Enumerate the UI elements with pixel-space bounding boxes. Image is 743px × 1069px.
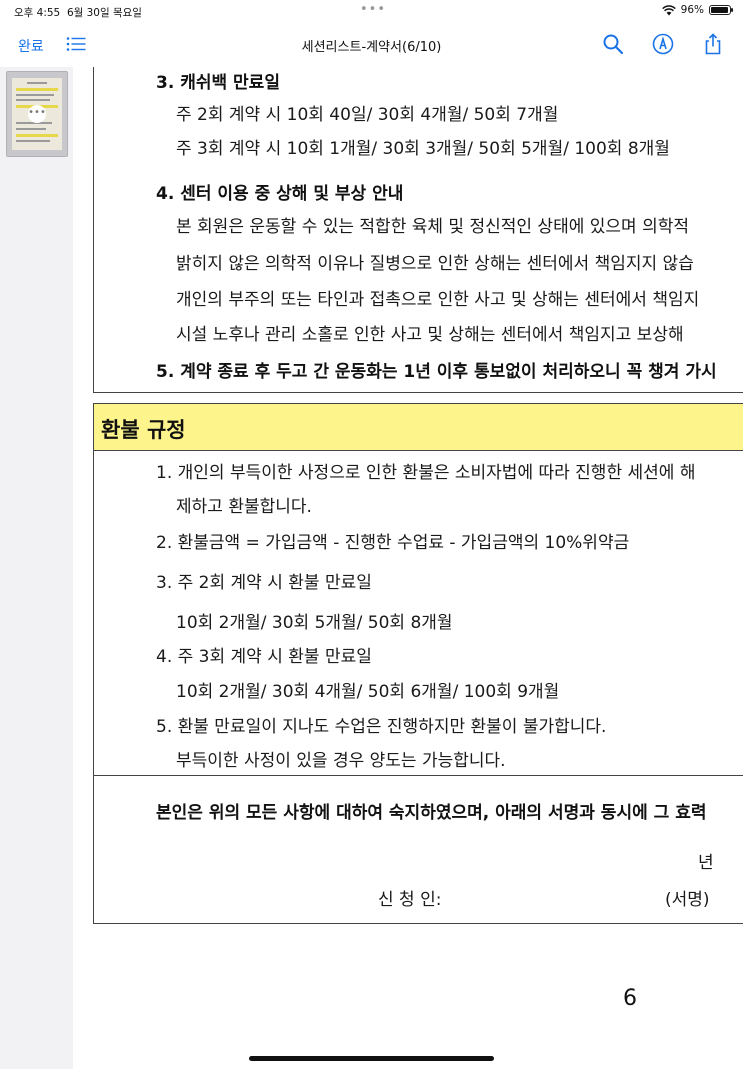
- agreement-statement: 본인은 위의 모든 사항에 대하여 숙지하였으며, 아래의 서명과 동시에 그 …: [156, 803, 707, 823]
- injury-heading: 4. 센터 이용 중 상해 및 부상 안내: [156, 184, 404, 204]
- applicant-label: 신 청 인:: [378, 890, 442, 910]
- cashback-heading: 3. 캐쉬백 만료일: [156, 73, 280, 93]
- refund-item-3: 3. 주 2회 계약 시 환불 만료일: [156, 573, 372, 593]
- thumbnail-more-icon[interactable]: •••: [28, 105, 46, 123]
- injury-line-2: 밝히지 않은 의학적 이유나 질병으로 인한 상해는 센터에서 책임지지 않습: [176, 254, 694, 274]
- signature-label: (서명): [665, 890, 710, 910]
- cashback-line-2: 주 3회 계약 시 10회 1개월/ 30회 3개월/ 50회 5개월/ 100…: [176, 139, 670, 159]
- battery-level: [711, 7, 728, 13]
- screen: 오후 4:55 6월 30일 목요일 ••• 96% 완료 세션리스트-계약서(…: [0, 0, 743, 1069]
- multitasking-dots-icon[interactable]: •••: [360, 2, 386, 17]
- home-indicator[interactable]: [249, 1056, 494, 1061]
- document-page: 3. 캐쉬백 만료일 주 2회 계약 시 10회 40일/ 30회 4개월/ 5…: [73, 67, 743, 1069]
- page-thumbnail[interactable]: •••: [6, 71, 68, 157]
- toolbar: 완료 세션리스트-계약서(6/10): [0, 22, 743, 67]
- document-title: 세션리스트-계약서(6/10): [301, 40, 442, 55]
- search-icon[interactable]: [602, 33, 624, 55]
- refund-header: 환불 규정: [94, 404, 743, 451]
- refund-item-5-detail: 부득이한 사정이 있을 경우 양도는 가능합니다.: [176, 751, 506, 771]
- refund-item-5: 5. 환불 만료일이 지나도 수업은 진행하지만 환불이 불가합니다.: [156, 717, 607, 737]
- injury-line-1: 본 회원은 운동할 수 있는 적합한 육체 및 정신적인 상태에 있으며 의학적: [176, 217, 690, 237]
- status-time-date: 오후 4:55 6월 30일 목요일: [14, 5, 142, 20]
- markup-icon[interactable]: [652, 33, 674, 55]
- thumbnail-sidebar: •••: [0, 67, 74, 1069]
- status-time: 오후 4:55: [14, 7, 61, 19]
- battery-icon: [709, 5, 733, 15]
- refund-title: 환불 규정: [101, 418, 186, 442]
- year-label: 년: [698, 853, 714, 873]
- status-right: 96%: [661, 4, 733, 16]
- refund-item-2: 2. 환불금액 = 가입금액 - 진행한 수업료 - 가입금액의 10%위약금: [156, 533, 630, 553]
- refund-item-1-continued: 제하고 환불합니다.: [176, 497, 312, 517]
- share-icon[interactable]: [702, 33, 724, 55]
- status-bar: 오후 4:55 6월 30일 목요일 ••• 96%: [0, 0, 743, 22]
- refund-item-4-detail: 10회 2개월/ 30회 4개월/ 50회 6개월/ 100회 9개월: [176, 682, 560, 702]
- refund-item-3-detail: 10회 2개월/ 30회 5개월/ 50회 8개월: [176, 613, 453, 633]
- wifi-icon: [661, 4, 676, 15]
- refund-item-4: 4. 주 3회 계약 시 환불 만료일: [156, 647, 372, 667]
- status-date: 6월 30일 목요일: [66, 7, 142, 19]
- shoes-notice: 5. 계약 종료 후 두고 간 운동화는 1년 이후 통보없이 처리하오니 꼭 …: [156, 362, 717, 382]
- injury-line-4: 시설 노후나 관리 소홀로 인한 사고 및 상해는 센터에서 책임지고 보상해: [176, 325, 684, 345]
- battery-percent: 96%: [680, 4, 704, 16]
- page-number: 6: [623, 986, 637, 1011]
- refund-item-1: 1. 개인의 부득이한 사정으로 인한 환불은 소비자법에 따라 진행한 세션에…: [156, 463, 696, 483]
- cashback-line-1: 주 2회 계약 시 10회 40일/ 30회 4개월/ 50회 7개월: [176, 105, 559, 125]
- agreement-divider: [94, 775, 743, 776]
- injury-line-3: 개인의 부주의 또는 타인과 접촉으로 인한 사고 및 상해는 센터에서 책임지: [176, 290, 700, 310]
